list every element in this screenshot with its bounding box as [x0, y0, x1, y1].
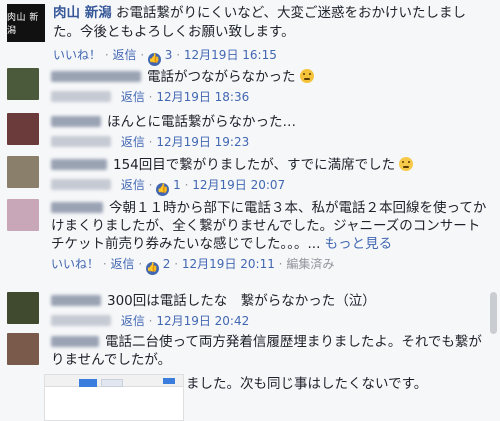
thumbnail-tab — [101, 379, 123, 387]
blurred-meta — [51, 91, 111, 102]
comment-actions: 返信 · 12月19日 19:23 — [51, 133, 491, 151]
reply-body: 電話がつながらなかった 返信 · 12月19日 18:36 — [51, 68, 491, 106]
comment-text: 今朝１１時から部下に電話３本、私が電話２本回線を使ってかけまくりましたが、全く繋… — [51, 200, 487, 252]
comment-actions: いいね！ · 返信 · 👍 3 · 12月19日 16:15 — [53, 48, 277, 66]
like-count[interactable]: 1 — [173, 178, 181, 192]
reply-body: 154回目で繋がりましたが、すでに満席でした 返信 · 👍 1 · 12月19日… — [51, 156, 491, 196]
avatar[interactable] — [7, 292, 39, 324]
reply-link[interactable]: 返信 — [121, 135, 145, 149]
like-count[interactable]: 2 — [163, 257, 171, 271]
thumbnail-edit-button — [163, 378, 175, 384]
thumbs-up-icon: 👍 — [147, 53, 161, 66]
thumbs-up-icon: 👍 — [156, 183, 170, 196]
comment-actions: 返信 · 👍 1 · 12月19日 20:07 — [51, 176, 491, 196]
see-more-link[interactable]: もっと見る — [325, 236, 393, 252]
page-avatar[interactable]: 肉山 新潟 — [7, 4, 45, 42]
blurred-meta — [51, 179, 111, 190]
blurred-author-name[interactable] — [51, 159, 107, 170]
comment-text: 電話がつながらなかった — [147, 69, 296, 85]
thumbs-up-icon: 👍 — [145, 262, 159, 275]
like-link[interactable]: いいね！ — [51, 257, 99, 271]
reply-body: ほんとに電話繋がらなかった… 返信 · 12月19日 19:23 — [51, 113, 491, 151]
avatar[interactable] — [7, 113, 39, 145]
comment-text: 154回目で繋がりましたが、すでに満席でした — [113, 157, 396, 173]
reply-body: 300回は電話したな 繋がらなかった（泣） 返信 · 12月19日 20:42 — [51, 292, 491, 330]
timestamp[interactable]: 12月19日 20:42 — [156, 314, 249, 328]
edited-label[interactable]: 編集済み — [286, 257, 334, 271]
blurred-author-name[interactable] — [51, 71, 141, 82]
page-reply-body: 肉山 新潟 お電話繋がりにくいなど、大変ご迷惑をおかけいたしました。今後ともよろ… — [53, 4, 493, 66]
timestamp[interactable]: 12月19日 16:15 — [184, 48, 277, 62]
avatar[interactable] — [7, 156, 39, 188]
comment-thread: 肉山 新潟 肉山 新潟 お電話繋がりにくいなど、大変ご迷惑をおかけいたしました。… — [0, 0, 500, 421]
timestamp[interactable]: 12月19日 19:23 — [156, 135, 249, 149]
blurred-author-name[interactable] — [51, 295, 101, 306]
comment-text: お電話繋がりにくいなど、大変ご迷惑をおかけいたしました。今後ともよろしくお願い致… — [53, 5, 467, 40]
comment-actions: いいね！ · 返信 · 👍 2 · 12月19日 20:11 · 編集済み — [51, 257, 335, 275]
like-count[interactable]: 3 — [165, 48, 173, 62]
attached-screenshot-image[interactable] — [44, 374, 184, 421]
reply-link[interactable]: 返信 — [121, 314, 145, 328]
tears-of-joy-icon — [399, 157, 414, 171]
avatar[interactable] — [7, 199, 39, 231]
blurred-author-name[interactable] — [51, 202, 103, 213]
reply-link[interactable]: 返信 — [121, 178, 145, 192]
timestamp[interactable]: 12月19日 20:07 — [192, 178, 285, 192]
comment-actions: 返信 · 12月19日 18:36 — [51, 88, 491, 106]
blurred-author-name[interactable] — [51, 336, 99, 347]
blurred-author-name[interactable] — [51, 116, 101, 127]
reply-link[interactable]: 返信 — [121, 90, 145, 104]
comment-text: ほんとに電話繋がらなかった… — [107, 114, 296, 130]
blurred-meta — [51, 136, 111, 147]
crying-face-icon — [299, 69, 314, 83]
reply-link[interactable]: 返信 — [110, 257, 134, 271]
like-link[interactable]: いいね！ — [53, 48, 101, 62]
author-name[interactable]: 肉山 新潟 — [53, 5, 112, 21]
comment-text: 300回は電話したな 繋がらなかった（泣） — [107, 293, 376, 309]
thumbnail-tab-active — [79, 379, 97, 387]
blurred-meta — [51, 315, 111, 326]
timestamp[interactable]: 12月19日 20:11 — [182, 257, 275, 271]
scrollbar[interactable] — [490, 292, 497, 334]
comment-actions: 返信 · 12月19日 20:42 — [51, 312, 491, 330]
comment-text: 電話二台使って両方発着信履歴埋まりましたよ。それでも繋がりませんでしたが。 — [51, 334, 482, 368]
reply-body: 今朝１１時から部下に電話３本、私が電話２本回線を使ってかけまくりましたが、全く繋… — [51, 199, 491, 275]
timestamp[interactable]: 12月19日 18:36 — [156, 90, 249, 104]
avatar[interactable] — [7, 68, 39, 100]
reply-link[interactable]: 返信 — [112, 48, 136, 62]
page-avatar-logo: 肉山 新潟 — [7, 13, 39, 36]
avatar[interactable] — [7, 333, 39, 365]
